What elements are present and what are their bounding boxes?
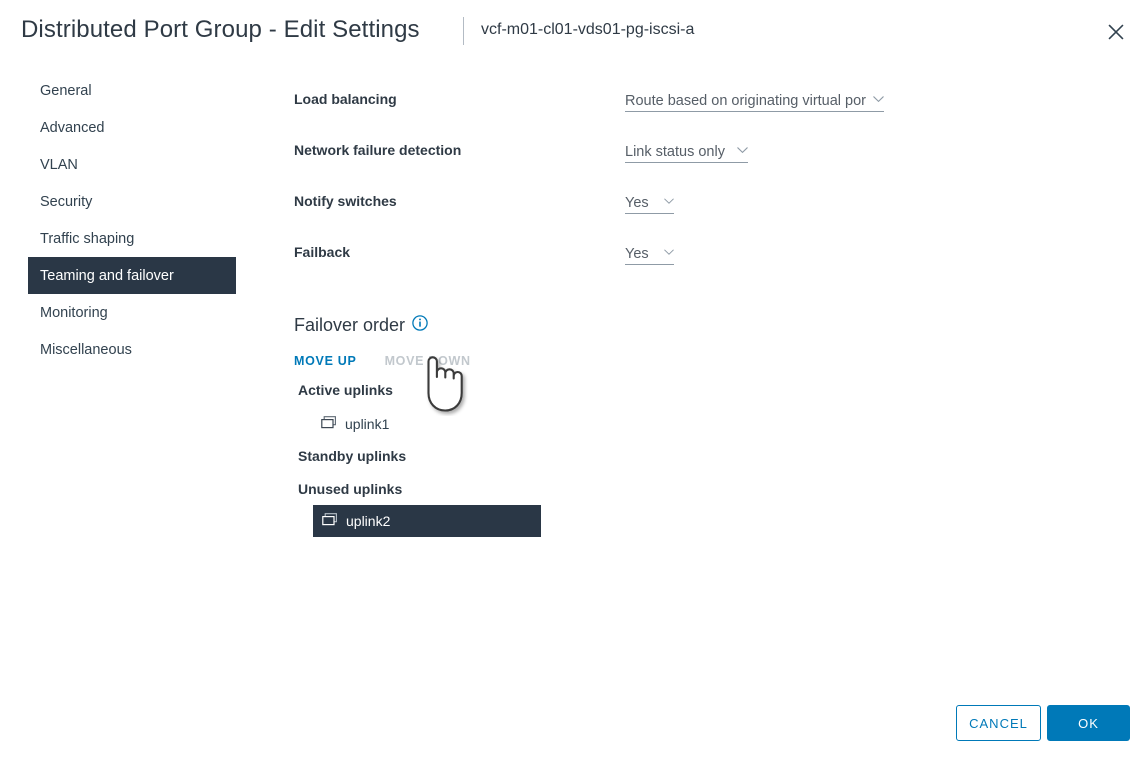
- load-balancing-value: Route based on originating virtual por: [625, 91, 867, 111]
- load-balancing-label: Load balancing: [294, 91, 397, 107]
- uplink-name: uplink2: [346, 513, 390, 529]
- sidebar-item-label: Miscellaneous: [40, 342, 132, 358]
- settings-sidebar: General Advanced VLAN Security Traffic s…: [0, 72, 250, 368]
- sidebar-item-vlan[interactable]: VLAN: [0, 146, 250, 183]
- failover-order-title: Failover order: [294, 315, 405, 336]
- sidebar-item-label: Advanced: [40, 120, 105, 136]
- network-failure-detection-select[interactable]: Link status only: [625, 139, 748, 163]
- failover-order-heading: Failover order: [294, 315, 428, 336]
- sidebar-item-teaming-and-failover[interactable]: Teaming and failover: [28, 257, 236, 294]
- notify-switches-select[interactable]: Yes: [625, 190, 674, 214]
- unused-uplinks-label: Unused uplinks: [298, 481, 402, 497]
- sidebar-item-miscellaneous[interactable]: Miscellaneous: [0, 331, 250, 368]
- move-up-button[interactable]: MOVE UP: [294, 354, 357, 368]
- port-group-name: vcf-m01-cl01-vds01-pg-iscsi-a: [481, 21, 694, 39]
- sidebar-item-advanced[interactable]: Advanced: [0, 109, 250, 146]
- standby-uplinks-label: Standby uplinks: [298, 448, 406, 464]
- info-icon[interactable]: [412, 315, 428, 336]
- notify-switches-value: Yes: [625, 193, 658, 213]
- network-adapter-icon: [321, 416, 337, 433]
- edit-settings-dialog: Distributed Port Group - Edit Settings v…: [0, 0, 1146, 760]
- sidebar-item-label: Security: [40, 194, 92, 210]
- sidebar-item-label: General: [40, 83, 92, 99]
- title-separator: [463, 17, 464, 45]
- sidebar-item-label: Teaming and failover: [40, 268, 174, 284]
- failback-select[interactable]: Yes: [625, 241, 674, 265]
- uplink-name: uplink1: [345, 416, 389, 432]
- chevron-down-icon: [873, 90, 884, 108]
- close-button[interactable]: [1100, 16, 1132, 48]
- sidebar-item-general[interactable]: General: [0, 72, 250, 109]
- uplink-row-uplink2[interactable]: uplink2: [313, 505, 541, 537]
- network-failure-detection-value: Link status only: [625, 142, 731, 162]
- close-icon: [1108, 24, 1124, 40]
- move-down-button: MOVE DOWN: [385, 354, 471, 368]
- cancel-button[interactable]: CANCEL: [956, 705, 1041, 741]
- sidebar-item-traffic-shaping[interactable]: Traffic shaping: [0, 220, 250, 257]
- chevron-down-icon: [737, 141, 748, 159]
- dialog-header: Distributed Port Group - Edit Settings v…: [0, 0, 1146, 62]
- active-uplinks-label: Active uplinks: [298, 382, 393, 398]
- network-failure-detection-label: Network failure detection: [294, 142, 461, 158]
- chevron-down-icon: [664, 243, 674, 261]
- sidebar-item-label: VLAN: [40, 157, 78, 173]
- page-title: Distributed Port Group - Edit Settings: [21, 16, 420, 44]
- ok-button[interactable]: OK: [1047, 705, 1130, 741]
- uplink-row-uplink1[interactable]: uplink1: [321, 411, 389, 437]
- sidebar-item-label: Monitoring: [40, 305, 108, 321]
- failback-label: Failback: [294, 244, 350, 260]
- sidebar-item-label: Traffic shaping: [40, 231, 134, 247]
- sidebar-item-security[interactable]: Security: [0, 183, 250, 220]
- load-balancing-select[interactable]: Route based on originating virtual por: [625, 88, 884, 112]
- failback-value: Yes: [625, 244, 658, 264]
- failover-move-toolbar: MOVE UP MOVE DOWN: [294, 354, 471, 368]
- network-adapter-icon: [322, 513, 338, 530]
- chevron-down-icon: [664, 192, 674, 210]
- sidebar-item-monitoring[interactable]: Monitoring: [0, 294, 250, 331]
- notify-switches-label: Notify switches: [294, 193, 397, 209]
